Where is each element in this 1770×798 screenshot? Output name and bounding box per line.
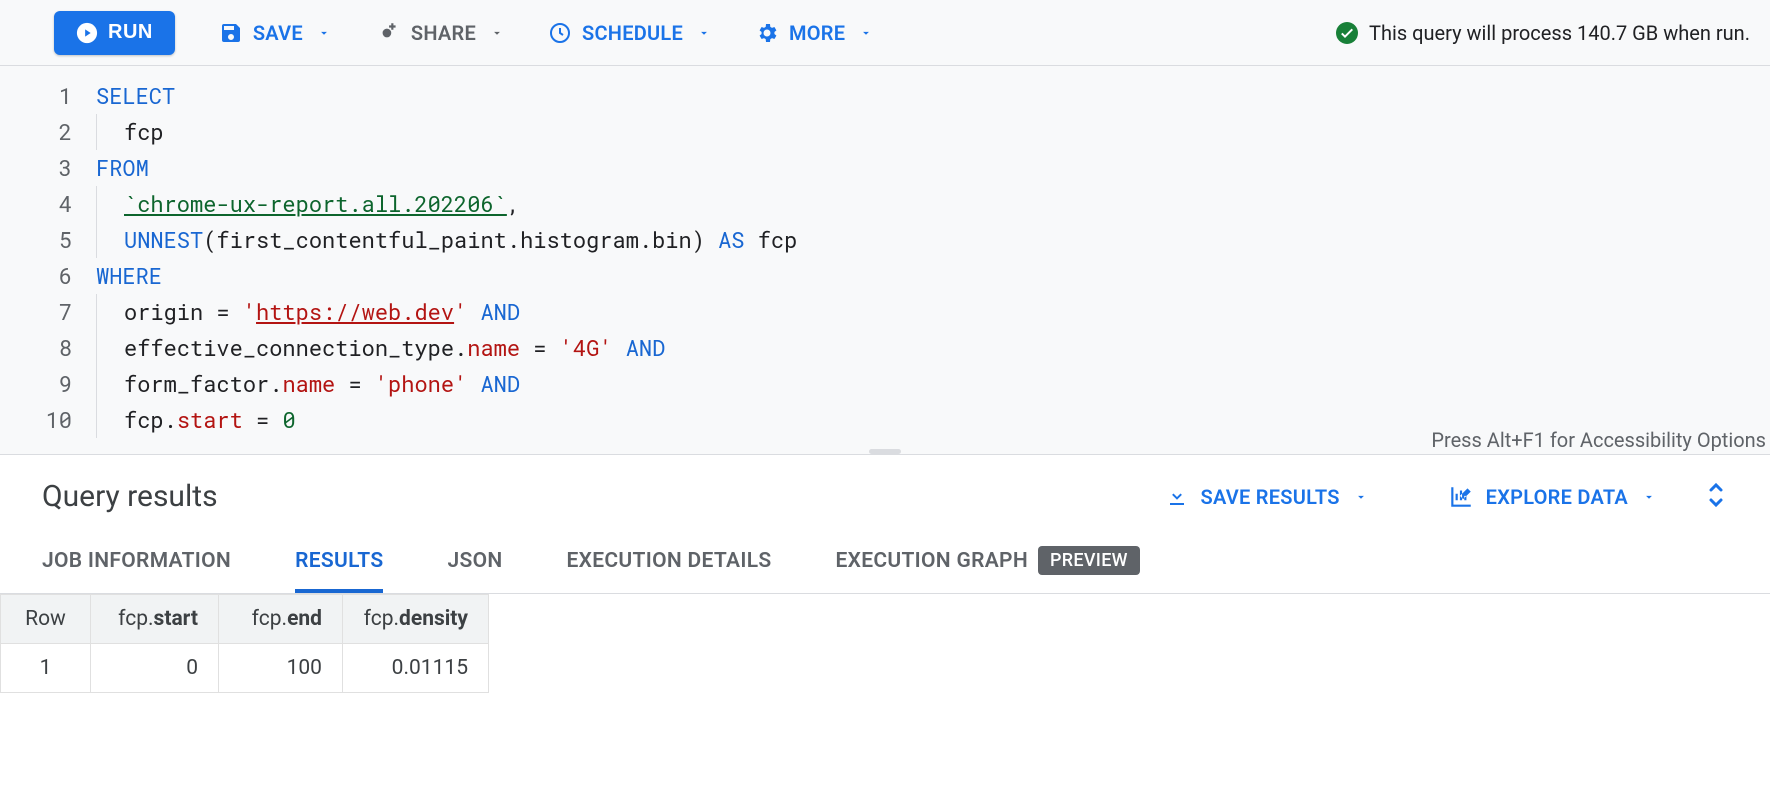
save-icon [219,21,243,45]
table-header-row: Row fcp.start fcp.end fcp.density [1,595,489,644]
col-fcp-start: fcp.start [91,595,219,644]
caret-down-icon [490,26,504,40]
clock-icon [548,21,572,45]
editor-gutter: 12345678910 [0,66,96,454]
results-tabs: JOB INFORMATION RESULTS JSON EXECUTION D… [0,532,1770,594]
accessibility-hint: Press Alt+F1 for Accessibility Options [1431,428,1766,452]
col-row: Row [1,595,91,644]
results-table: Row fcp.start fcp.end fcp.density 101000… [0,594,489,693]
schedule-button[interactable]: SCHEDULE [548,21,711,45]
tab-job-information[interactable]: JOB INFORMATION [42,532,231,593]
preview-badge: PREVIEW [1038,546,1140,575]
gear-icon [755,21,779,45]
tab-execution-details[interactable]: EXECUTION DETAILS [567,532,772,593]
save-label: SAVE [253,21,303,45]
tab-results[interactable]: RESULTS [295,532,383,593]
download-icon [1165,485,1189,509]
resize-handle[interactable] [869,449,901,454]
chart-icon [1448,484,1474,510]
caret-down-icon [859,26,873,40]
schedule-label: SCHEDULE [582,21,683,45]
unfold-icon [1704,480,1728,510]
explore-data-button[interactable]: EXPLORE DATA [1448,484,1656,510]
sql-editor[interactable]: 12345678910 SELECTfcpFROM`chrome-ux-repo… [0,66,1770,454]
save-results-button[interactable]: SAVE RESULTS [1165,485,1368,509]
share-icon [375,20,401,46]
run-button[interactable]: RUN [54,11,175,55]
editor-code[interactable]: SELECTfcpFROM`chrome-ux-report.all.20220… [96,66,797,454]
col-fcp-density: fcp.density [343,595,489,644]
run-label: RUN [108,21,153,44]
share-button[interactable]: SHARE [375,20,504,46]
query-toolbar: RUN SAVE SHARE SCHEDULE MORE This query … [0,0,1770,66]
save-results-label: SAVE RESULTS [1201,485,1340,509]
col-fcp-end: fcp.end [219,595,343,644]
results-header: Query results SAVE RESULTS EXPLORE DATA [0,454,1770,532]
check-circle-icon [1335,21,1359,45]
tab-json[interactable]: JSON [447,532,502,593]
caret-down-icon [697,26,711,40]
share-label: SHARE [411,21,476,45]
tab-execution-graph[interactable]: EXECUTION GRAPH PREVIEW [835,532,1139,593]
more-label: MORE [789,21,845,45]
save-button[interactable]: SAVE [219,21,331,45]
caret-down-icon [1642,490,1656,504]
expand-collapse-button[interactable] [1704,480,1728,514]
caret-down-icon [317,26,331,40]
status-text: This query will process 140.7 GB when ru… [1369,21,1750,45]
play-icon [76,22,98,44]
results-title: Query results [42,479,218,514]
table-row[interactable]: 101000.01115 [1,644,489,693]
explore-data-label: EXPLORE DATA [1486,485,1628,509]
more-button[interactable]: MORE [755,21,873,45]
caret-down-icon [1354,490,1368,504]
query-validation-status: This query will process 140.7 GB when ru… [1335,21,1750,45]
